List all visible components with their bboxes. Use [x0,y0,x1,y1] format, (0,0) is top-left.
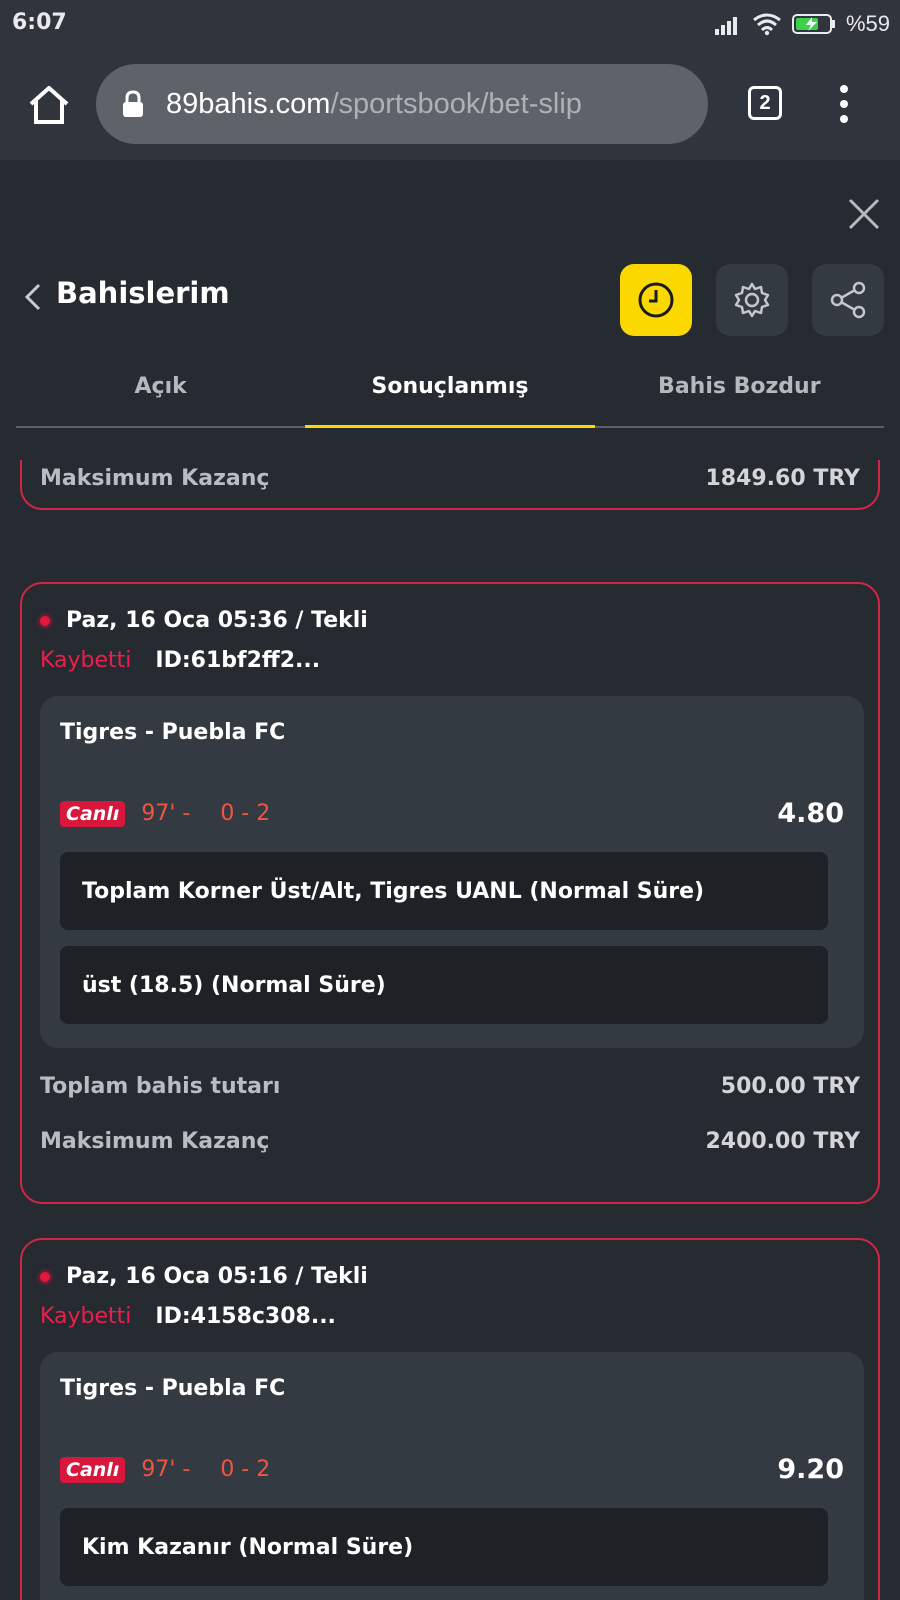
max-win-row: Maksimum Kazanç 2400.00 TRY [40,1129,860,1154]
url-text: 89bahis.com/sportsbook/bet-slip [166,88,582,121]
back-chevron-icon[interactable] [22,282,44,312]
share-button[interactable] [812,264,884,336]
bet-status-line: Kaybetti ID:4158c308... [40,1304,336,1329]
max-win-row: Maksimum Kazanç 1849.60 TRY [40,466,860,491]
battery-charging-icon [791,14,835,34]
bet-id: ID:4158c308... [155,1304,336,1329]
url-host: 89bahis.com [166,87,331,120]
lock-icon [123,90,143,117]
wifi-icon [753,13,781,36]
bet-event: Tigres - Puebla FC Canlı 97' - 0 - 2 9.2… [40,1352,864,1600]
live-info: Canlı 97' - 0 - 2 4.80 [60,798,844,829]
max-win-value: 1849.60 TRY [705,466,860,491]
max-win-label: Maksimum Kazanç [40,1129,270,1154]
gear-icon [734,282,770,318]
stake-label: Toplam bahis tutarı [40,1074,281,1099]
stake-row: Toplam bahis tutarı 500.00 TRY [40,1074,860,1099]
match-name: Tigres - Puebla FC [60,1376,286,1401]
odds-value: 9.20 [777,1454,844,1485]
market-name: Toplam Korner Üst/Alt, Tigres UANL (Norm… [60,852,828,930]
bet-datetime: Paz, 16 Oca 05:16 / Tekli [66,1264,368,1289]
bet-event: Tigres - Puebla FC Canlı 97' - 0 - 2 4.8… [40,696,864,1048]
page-title: Bahislerim [56,276,230,310]
max-win-value: 2400.00 TRY [705,1129,860,1154]
settings-button[interactable] [716,264,788,336]
match-score: 0 - 2 [220,801,271,826]
home-icon[interactable] [24,80,74,130]
live-badge: Canlı [60,1456,126,1483]
live-info: Canlı 97' - 0 - 2 9.20 [60,1454,844,1485]
bet-meta: Paz, 16 Oca 05:36 / Tekli [40,608,368,633]
status-dot [40,1271,50,1282]
url-path: /sportsbook/bet-slip [330,87,582,120]
match-minute: 97' - [141,801,191,826]
bet-status-line: Kaybetti ID:61bf2ff2... [40,648,320,673]
selection-name: üst (18.5) (Normal Süre) [60,946,828,1024]
bet-result: Kaybetti [40,1304,132,1329]
match-minute: 97' - [141,1457,191,1482]
signal-icon [714,17,737,35]
bet-result: Kaybetti [40,648,132,673]
tab-open[interactable]: Açık [16,360,305,426]
odds-value: 4.80 [777,798,844,829]
match-score: 0 - 2 [220,1457,271,1482]
browser-toolbar: 89bahis.com/sportsbook/bet-slip 2 [0,52,900,160]
clock-icon [638,282,674,318]
close-icon[interactable] [846,196,882,232]
bet-datetime: Paz, 16 Oca 05:36 / Tekli [66,608,368,633]
page-header: Bahislerim [0,256,900,340]
bet-card[interactable]: Paz, 16 Oca 05:16 / Tekli Kaybetti ID:41… [20,1238,880,1600]
bet-id: ID:61bf2ff2... [155,648,321,673]
status-bar: 6:07 %59 [0,0,900,52]
live-badge: Canlı [60,800,126,827]
clock: 6:07 [12,10,67,35]
more-vert-icon[interactable] [834,84,854,124]
status-dot [40,615,50,626]
max-win-label: Maksimum Kazanç [40,466,270,491]
tab-switcher-button[interactable]: 2 [748,86,782,120]
bet-meta: Paz, 16 Oca 05:16 / Tekli [40,1264,368,1289]
tab-settled[interactable]: Sonuçlanmış [305,360,595,428]
tab-cashout[interactable]: Bahis Bozdur [595,360,884,426]
stake-value: 500.00 TRY [720,1074,860,1099]
share-icon [830,281,866,319]
bet-list: Maksimum Kazanç 1849.60 TRY Paz, 16 Oca … [0,460,900,1600]
match-name: Tigres - Puebla FC [60,720,286,745]
battery-percent: %59 [845,11,890,36]
address-bar[interactable]: 89bahis.com/sportsbook/bet-slip [96,64,708,144]
history-button[interactable] [620,264,692,336]
bet-status-tabs: Açık Sonuçlanmış Bahis Bozdur [16,360,884,428]
bet-card[interactable]: Paz, 16 Oca 05:36 / Tekli Kaybetti ID:61… [20,582,880,1204]
bet-card: Maksimum Kazanç 1849.60 TRY [20,460,880,510]
market-name: Kim Kazanır (Normal Süre) [60,1508,828,1586]
